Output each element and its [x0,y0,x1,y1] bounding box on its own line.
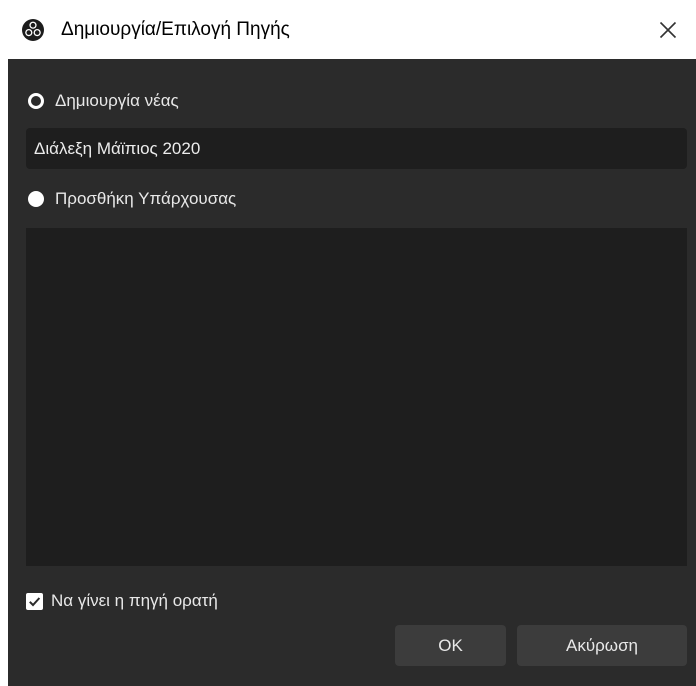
dialog-body: Δημιουργία νέας Διάλεξη Μάϊπιος 2020 Προ… [8,59,696,686]
create-select-source-dialog: Δημιουργία/Επιλογή Πηγής Δημιουργία νέας… [0,0,696,686]
existing-sources-list[interactable] [26,228,687,566]
obs-logo-icon [22,19,44,41]
add-existing-radio[interactable] [28,191,44,207]
make-visible-checkbox[interactable] [26,592,43,610]
checkmark-icon [29,596,41,606]
make-visible-label: Να γίνει η πηγή ορατή [51,591,218,610]
close-icon [659,21,677,38]
title-bar: Δημιουργία/Επιλογή Πηγής [0,0,696,59]
create-new-option[interactable]: Δημιουργία νέας [28,89,179,113]
add-existing-label: Προσθήκη Υπάρχουσας [55,189,237,208]
ok-button[interactable]: OK [395,625,506,666]
make-visible-option[interactable]: Να γίνει η πηγή ορατή [26,589,218,613]
add-existing-option[interactable]: Προσθήκη Υπάρχουσας [28,187,236,211]
create-new-label: Δημιουργία νέας [55,91,179,110]
cancel-button[interactable]: Ακύρωση [517,625,687,666]
close-button[interactable] [640,0,696,59]
window-title: Δημιουργία/Επιλογή Πηγής [61,19,290,40]
create-new-radio[interactable] [28,93,44,109]
source-name-input[interactable]: Διάλεξη Μάϊπιος 2020 [26,128,687,169]
